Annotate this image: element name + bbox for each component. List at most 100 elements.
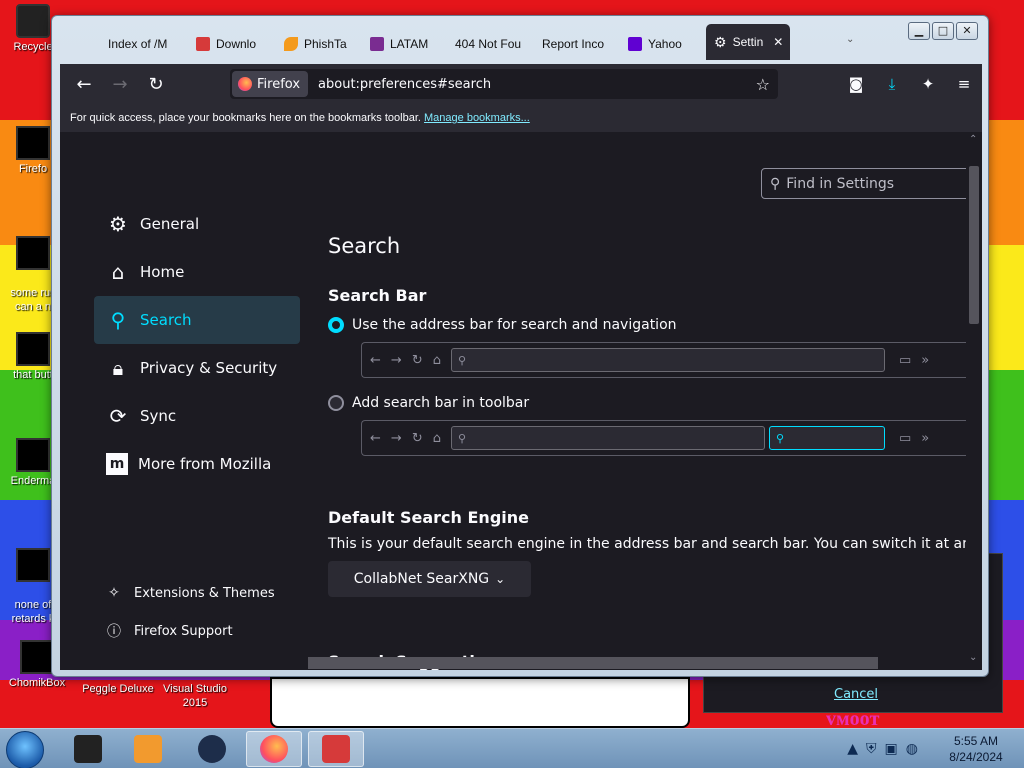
extensions-themes-link[interactable]: ✧ Extensions & Themes [106,581,274,605]
volume-icon[interactable]: ◍ [906,741,918,757]
start-button[interactable] [6,731,44,768]
scrollbar-thumb[interactable] [969,166,979,324]
category-sync[interactable]: ⟳ Sync [94,392,300,440]
radio-use-address-bar[interactable]: Use the address bar for search and navig… [328,317,677,333]
lock-icon: 🔒︎ [112,356,124,380]
category-general[interactable]: ⚙ General [94,200,300,248]
forward-button[interactable]: → [102,66,138,102]
help-icon: ⓘ [107,624,121,640]
tab-label: Index of /M [108,37,168,51]
search-icon: ⚲ [775,431,785,445]
sidebar-icon: ▭ [898,352,912,368]
tab-latam[interactable]: LATAM [370,30,432,58]
preview-searchbar: ⚲ [768,426,885,450]
tab-404[interactable]: 404 Not Fou [455,30,523,58]
taskbar-app-explorer[interactable] [60,731,116,767]
footer-link-label: Firefox Support [134,623,233,639]
category-label: General [140,215,200,233]
desktop-icon-label: Peggle Deluxe [82,683,154,695]
vertical-scrollbar[interactable]: ⌃ ⌄ [966,132,982,670]
taskbar-app-firefox[interactable] [246,731,302,767]
tab-report[interactable]: Report Inco [542,30,608,58]
preferences-content: ⚲ Find in Settings ⚙ General ⌂ Home ⚲ Se… [60,132,982,670]
tab-close-icon[interactable]: ✕ [773,35,783,49]
preview-urlbar: ⚲ [450,426,765,450]
horizontal-scrollbar[interactable] [300,654,960,670]
desktop-icon-label: some rus can a n [10,287,56,313]
yahoo-icon [628,37,642,51]
tab-download[interactable]: Downlo [196,30,268,58]
engine-value: CollabNet SearXNG [353,571,490,587]
desktop-icon-label: ChomikBox [8,677,66,689]
scroll-down-icon[interactable]: ⌄ [969,652,977,663]
category-search[interactable]: ⚲ Search [94,296,300,344]
category-sidebar: ⚙ General ⌂ Home ⚲ Search 🔒︎ Privacy & S… [94,200,300,488]
desktop-icon-visual-studio[interactable]: Visual Studio 2015 [156,682,234,710]
close-button[interactable]: ✕ [956,22,978,40]
search-icon: ⚲ [457,431,467,445]
back-button[interactable]: ← [66,66,102,102]
category-more-from-mozilla[interactable]: m More from Mozilla [94,440,300,488]
identity-box[interactable]: Firefox [232,71,309,97]
default-engine-select[interactable]: CollabNet SearXNG ⌄ [328,561,531,597]
scrollbar-thumb[interactable] [308,657,878,669]
latam-icon [370,37,384,51]
taskbar-app-globe[interactable] [184,731,240,767]
category-privacy[interactable]: 🔒︎ Privacy & Security [94,344,300,392]
scroll-up-icon[interactable]: ⌃ [969,134,977,145]
forward-arrow-icon: → [390,430,402,446]
sidebar-icon: ▭ [898,430,912,446]
sync-icon: ⟳ [109,404,127,428]
list-all-tabs-icon[interactable]: ⌄ [846,34,854,45]
window-controls: ▁ □ ✕ [908,22,978,40]
radio-add-search-bar[interactable]: Add search bar in toolbar [328,395,529,411]
media-player-icon [134,735,162,763]
radio-button[interactable] [328,395,344,411]
gear-icon: ⚙ [109,212,127,236]
desktop-icon-label: that butt [13,369,53,381]
tab-phishtank[interactable]: PhishTa [284,30,348,58]
tab-label: Downlo [216,37,257,51]
home-icon: ⌂ [111,260,125,284]
tab-yahoo[interactable]: Yahoo [628,30,692,58]
downloads-icon[interactable]: ⤓ [874,66,910,102]
url-text[interactable]: about:preferences#search [318,77,756,92]
recycle-bin-icon [16,4,50,38]
menu-icon[interactable]: ≡ [946,66,982,102]
minimize-button[interactable]: ▁ [908,22,930,40]
tray-icons: ▲ ⛨ ▣ ◍ [837,741,928,757]
gear-icon: ⚙ [714,33,727,50]
firefox-logo-icon [238,77,252,91]
avira-icon [322,735,350,763]
manage-bookmarks-link[interactable]: Manage bookmarks... [424,112,530,124]
maximize-button[interactable]: □ [932,22,954,40]
taskbar-app-media-player[interactable] [120,731,176,767]
page-title: Search [328,234,401,258]
tray-overflow-icon[interactable]: ▲ [847,741,858,757]
bookmarks-hint: For quick access, place your bookmarks h… [70,112,421,124]
reload-icon: ↻ [411,352,423,368]
cancel-link[interactable]: Cancel [834,687,878,702]
tab-label: 404 Not Fou [455,37,522,51]
avira-icon [196,37,210,51]
folder-icon [74,735,102,763]
url-bar[interactable]: Firefox about:preferences#search ☆ [230,69,778,99]
bookmark-star-icon[interactable]: ☆ [756,75,770,94]
network-icon[interactable]: ▣ [885,741,898,757]
firefox-support-link[interactable]: ⓘ Firefox Support [106,619,233,643]
pocket-icon[interactable]: ◙ [838,66,874,102]
taskbar-app-avira[interactable] [308,731,364,767]
tab-index-of[interactable]: Index of /M [108,30,178,58]
radio-button-selected[interactable] [328,317,344,333]
wallpaper-sticker [270,677,690,728]
desktop-icon-peggle[interactable]: Peggle Deluxe [76,682,160,696]
clock[interactable]: 5:55 AM 8/24/2024 [928,733,1024,765]
extensions-icon[interactable]: ✦ [910,66,946,102]
category-home[interactable]: ⌂ Home [94,248,300,296]
tab-label: Settin [732,35,764,49]
tab-settings[interactable]: ⚙ Settin ✕ [706,24,790,60]
reload-button[interactable]: ↻ [138,66,174,102]
find-in-settings-input[interactable]: ⚲ Find in Settings [761,168,971,199]
category-label: More from Mozilla [138,455,272,473]
shield-icon[interactable]: ⛨ [866,741,877,757]
